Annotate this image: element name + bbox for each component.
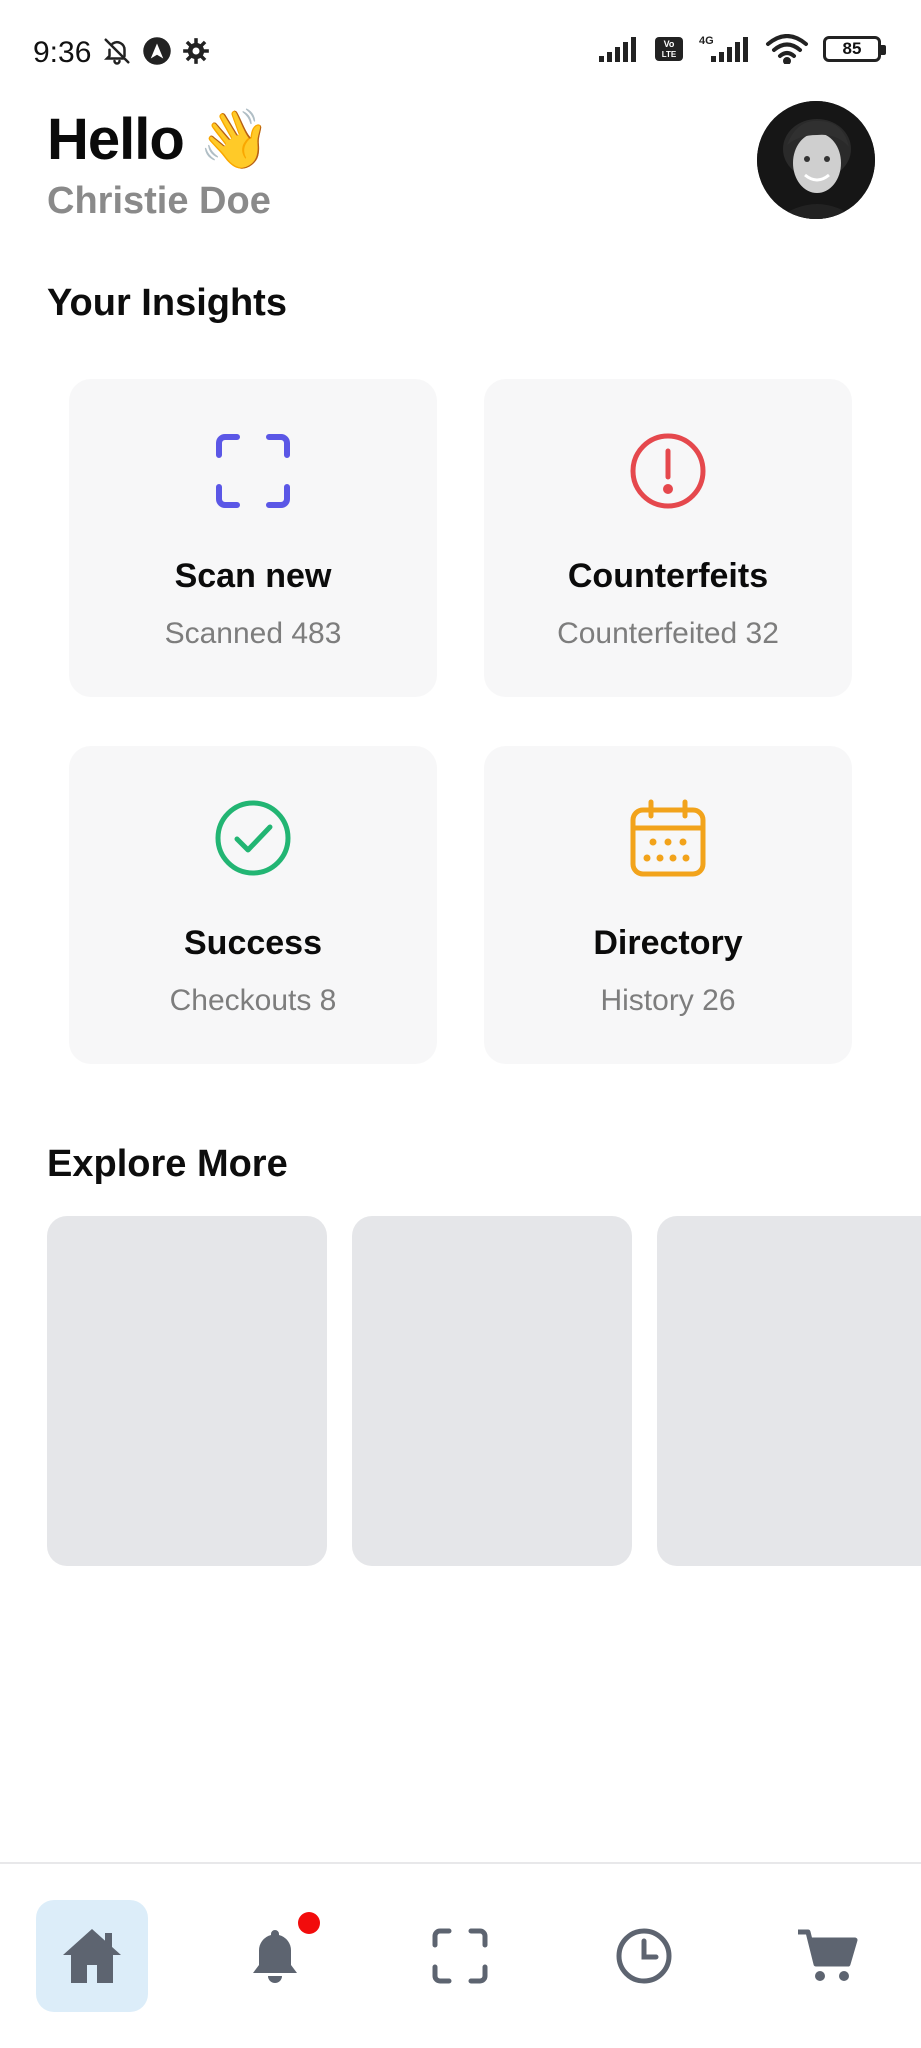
navigation-app-icon — [143, 37, 171, 65]
signal-4g-icon: 4G — [699, 35, 748, 62]
card-title: Counterfeits — [567, 557, 769, 595]
directory-card[interactable]: Directory History 26 — [484, 746, 852, 1064]
explore-card[interactable] — [47, 1216, 327, 1566]
nav-history[interactable] — [588, 1900, 700, 2012]
explore-card[interactable] — [657, 1216, 921, 1566]
nav-scan[interactable] — [404, 1900, 516, 2012]
nav-home[interactable] — [36, 1900, 148, 2012]
success-card[interactable]: Success Checkouts 8 — [69, 746, 437, 1064]
avatar-photo — [757, 101, 875, 219]
card-title: Scan new — [174, 557, 332, 595]
volte-icon: Vo LTE — [655, 37, 683, 61]
status-time: 9:36 — [33, 36, 92, 69]
bottom-nav — [0, 1862, 921, 2048]
battery-indicator: 85 — [823, 36, 886, 62]
card-subtitle: Counterfeited 32 — [557, 617, 779, 650]
greeting-title: Hello 👋 — [47, 107, 271, 172]
scan-new-card[interactable]: Scan new Scanned 483 — [69, 379, 437, 697]
check-circle-icon — [215, 800, 291, 876]
alert-circle-icon — [630, 433, 706, 509]
explore-title: Explore More — [47, 1143, 288, 1185]
signal-icon — [599, 37, 636, 62]
gear-icon — [183, 38, 209, 64]
counterfeits-card[interactable]: Counterfeits Counterfeited 32 — [484, 379, 852, 697]
nav-cart[interactable] — [771, 1900, 883, 2012]
status-bar: 9:36 Vo LTE 4G 85 — [0, 0, 921, 110]
card-title: Directory — [593, 924, 743, 962]
user-name: Christie Doe — [47, 180, 271, 222]
svg-text:Vo: Vo — [664, 39, 675, 49]
status-right-icons: Vo LTE 4G 85 — [599, 34, 886, 64]
card-subtitle: Scanned 483 — [164, 617, 342, 650]
bell-icon — [253, 1930, 297, 1983]
avatar[interactable] — [757, 101, 875, 219]
card-title: Success — [184, 924, 322, 962]
bell-off-icon — [103, 38, 130, 65]
card-subtitle: Checkouts 8 — [169, 984, 337, 1017]
card-subtitle: History 26 — [600, 984, 736, 1017]
explore-card[interactable] — [352, 1216, 632, 1566]
scan-frame-icon — [216, 434, 290, 508]
nav-notifications[interactable] — [219, 1900, 331, 2012]
svg-text:4G: 4G — [699, 35, 714, 47]
insights-title: Your Insights — [47, 282, 287, 324]
status-left-icons — [102, 36, 210, 66]
clock-icon — [616, 1928, 672, 1984]
wifi-icon — [766, 34, 808, 64]
cart-icon — [798, 1929, 858, 1981]
home-screen: 9:36 Vo LTE 4G 85 Hello 👋 Christie Doe Y… — [0, 0, 921, 2048]
notification-badge — [298, 1912, 320, 1934]
scan-frame-icon — [432, 1928, 488, 1984]
calendar-icon — [630, 799, 706, 877]
svg-text:LTE: LTE — [662, 50, 677, 59]
home-icon — [63, 1929, 121, 1983]
